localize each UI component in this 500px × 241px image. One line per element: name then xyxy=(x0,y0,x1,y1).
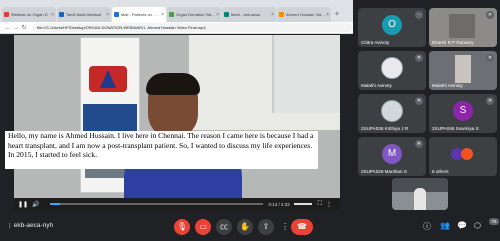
tab-title: Mail - Patients on Organ Donation xyxy=(121,12,160,17)
tab-favicon xyxy=(169,12,174,17)
participant-video xyxy=(455,55,471,83)
participant-name: Dinesh R P Ramany xyxy=(432,40,474,45)
close-icon[interactable]: × xyxy=(51,12,54,18)
volume-icon[interactable]: 🔊 xyxy=(32,201,39,208)
separator: | xyxy=(9,222,11,229)
video-progress-bar[interactable] xyxy=(49,203,263,205)
captions-button[interactable]: ㏄ xyxy=(216,219,232,235)
browser-tab[interactable]: Tamil Nadu Medical × xyxy=(57,7,111,22)
avatar: O xyxy=(382,15,402,35)
leave-call-button[interactable]: ☎ xyxy=(291,219,313,235)
back-icon[interactable]: ← xyxy=(4,25,12,31)
participant-count-badge: 76 xyxy=(489,218,499,225)
forward-icon[interactable]: → xyxy=(12,25,20,31)
browser-tab[interactable]: Meet - ekb-aeca × xyxy=(222,7,276,22)
tab-title: Webinar on Organ D xyxy=(11,12,48,17)
browser-tab[interactable]: Webinar on Organ D × xyxy=(2,7,56,22)
tab-title: Meet - ekb-aeca xyxy=(231,12,260,17)
mic-off-button[interactable]: 🎙 xyxy=(174,219,190,235)
avatar: S xyxy=(453,101,473,121)
participant-tile[interactable]: ✕ Malathi Avinoty xyxy=(429,51,497,90)
banner-logo xyxy=(89,66,127,92)
video-progress-fill xyxy=(49,203,61,205)
shared-screen: Webinar on Organ D × Tamil Nadu Medical × … xyxy=(0,0,353,210)
tab-title: Ahmed Hussain Video xyxy=(286,12,326,17)
participant-name: 2SUPA036 Krithiya J R xyxy=(361,126,409,131)
meeting-code: ekb-aeca-nyh xyxy=(13,222,54,229)
reload-icon[interactable]: ↻ xyxy=(20,24,28,31)
close-icon[interactable]: × xyxy=(161,12,164,18)
participant-name: 6 others xyxy=(432,169,449,174)
participant-name: 2SUPA046 Sowmiya S xyxy=(432,126,479,131)
video-player[interactable]: INDIAN TRANSPLANT xyxy=(14,35,340,209)
close-icon[interactable]: × xyxy=(216,12,219,18)
tab-title: Organ Donation Videos xyxy=(176,12,216,17)
close-icon[interactable]: × xyxy=(326,12,329,18)
video-background-window xyxy=(272,35,340,113)
people-icon[interactable]: 👥 xyxy=(440,221,450,230)
info-icon[interactable]: ⓘ xyxy=(423,221,431,232)
participant-tile[interactable]: ✕ 2SUPA036 Krithiya J R xyxy=(358,94,426,133)
activities-icon[interactable]: ⬡ xyxy=(474,221,481,230)
raise-hand-button[interactable]: ✋ xyxy=(237,219,253,235)
participant-name: Chitra Avinoty xyxy=(361,40,390,45)
tab-favicon xyxy=(4,12,9,17)
browser-tab-bar: Webinar on Organ D × Tamil Nadu Medical × … xyxy=(0,0,353,22)
avatar xyxy=(461,148,473,160)
camera-off-button[interactable]: ▭ xyxy=(195,219,211,235)
participant-tile[interactable]: ✕ Dinesh R P Ramany xyxy=(429,8,497,47)
url-field[interactable]: file:///C:/Users/HP/Desktop/ORGAN DONATI… xyxy=(32,23,353,32)
mic-off-icon: ✕ xyxy=(415,140,423,148)
mic-off-icon: ✕ xyxy=(486,97,494,105)
tab-favicon xyxy=(279,12,284,17)
participant-tile[interactable]: ✕ Malathi Avinoty xyxy=(358,51,426,90)
address-bar: ← → ↻ file:///C:/Users/HP/Desktop/ORGAN … xyxy=(0,22,353,34)
present-button[interactable]: ⇪ xyxy=(258,219,274,235)
participant-tile-others[interactable]: 6 others xyxy=(429,137,497,176)
mic-off-icon: ✕ xyxy=(415,54,423,62)
close-icon[interactable]: × xyxy=(106,12,109,18)
tab-favicon xyxy=(59,12,64,17)
tab-favicon xyxy=(114,12,119,17)
tab-title: Tamil Nadu Medical xyxy=(66,12,101,17)
browser-tab-active[interactable]: Mail - Patients on Organ Donation× xyxy=(112,7,166,22)
participant-video xyxy=(449,14,475,38)
participant-tile[interactable]: M ✕ 2SUPA029 Manthan S xyxy=(358,137,426,176)
avatar xyxy=(381,57,403,79)
tab-favicon xyxy=(224,12,229,17)
mic-off-icon: ✕ xyxy=(486,54,494,62)
pause-icon[interactable]: ❚❚ xyxy=(18,201,28,208)
avatar: M xyxy=(382,144,402,164)
chat-icon[interactable]: 💬 xyxy=(457,221,467,230)
browser-tab[interactable]: Organ Donation Videos × xyxy=(167,7,221,22)
participant-tile[interactable]: S ✕ 2SUPA046 Sowmiya S xyxy=(429,94,497,133)
participant-tile[interactable]: O ⋯ Chitra Avinoty xyxy=(358,8,426,47)
more-icon[interactable]: ⋮ xyxy=(326,201,332,208)
fullscreen-icon[interactable]: ⛶ xyxy=(318,201,322,208)
speaker-hair xyxy=(146,73,200,95)
participant-name: Malathi Avinoty xyxy=(361,83,392,88)
mic-off-icon: ✕ xyxy=(486,11,494,19)
self-view[interactable] xyxy=(392,178,448,210)
volume-slider[interactable] xyxy=(293,203,312,205)
avatar xyxy=(381,100,403,122)
video-timecode: 0:13 / 4:32 xyxy=(268,201,290,207)
mic-off-icon: ✕ xyxy=(415,97,423,105)
meeting-details: | ekb-aeca-nyh xyxy=(6,222,53,229)
meeting-toolbar: | ekb-aeca-nyh 🎙 ▭ ㏄ ✋ ⇪ ⋮ ☎ ⓘ 👥 💬 ⬡ 76 xyxy=(0,212,500,241)
video-controls: ❚❚ 🔊 0:13 / 4:32 ⛶ ⋮ xyxy=(14,198,340,210)
more-icon[interactable]: ⋯ xyxy=(415,11,423,19)
new-tab-button[interactable]: + xyxy=(332,7,342,22)
participant-name: 2SUPA029 Manthan S xyxy=(361,169,407,174)
close-icon[interactable]: × xyxy=(271,12,274,18)
participant-name: Malathi Avinoty xyxy=(432,83,463,88)
video-captions: Hello, my name is Ahmed Hussain. I live … xyxy=(5,131,318,169)
browser-tab[interactable]: Ahmed Hussain Video × xyxy=(277,7,331,22)
self-view-person xyxy=(414,188,426,210)
